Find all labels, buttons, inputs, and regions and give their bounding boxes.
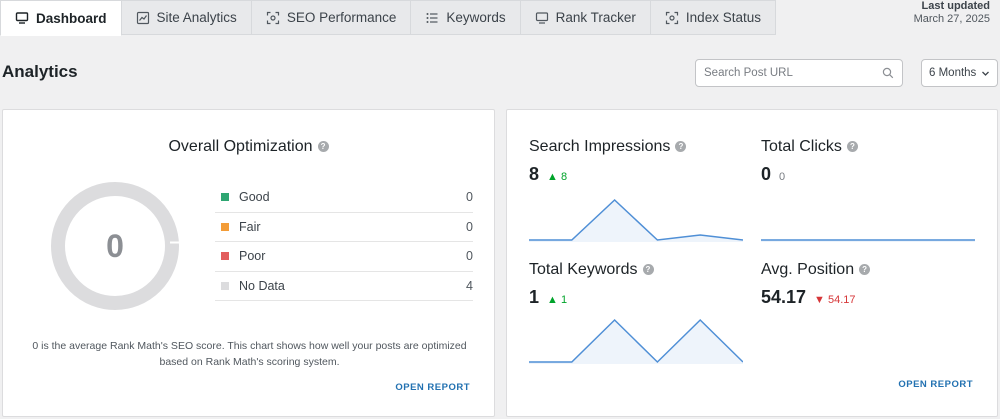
period-select-value: 6 Months (929, 67, 977, 79)
triangle-up-icon: ▲ (547, 171, 558, 183)
tab-keywords[interactable]: Keywords (411, 0, 521, 35)
monitor-icon (535, 11, 549, 25)
legend-label: Fair (239, 219, 261, 234)
metric-title: Total Clicks (761, 138, 842, 155)
metric-total-clicks: Total Clicks? 0 0 (761, 138, 858, 185)
tab-seo-performance[interactable]: SEO Performance (251, 0, 412, 35)
optimization-legend: Good 0 Fair 0 Poor 0 No Data 4 (215, 183, 473, 301)
metric-heading: Total Keywords? (529, 261, 654, 279)
help-icon[interactable]: ? (675, 141, 687, 152)
page-title: Analytics (2, 62, 78, 81)
search-box (695, 59, 903, 87)
sparkline-search-impressions (529, 198, 743, 242)
optimization-description: 0 is the average Rank Math's SEO score. … (32, 340, 467, 368)
metric-delta: ▲ 1 (547, 294, 567, 306)
line-chart-icon (136, 11, 150, 25)
last-updated-label: Last updated (921, 0, 990, 12)
scan-icon (266, 11, 280, 25)
legend-swatch (221, 193, 229, 202)
help-icon[interactable]: ? (846, 141, 858, 152)
metric-value: 0 (761, 164, 772, 184)
tab-dashboard[interactable]: Dashboard (0, 0, 122, 36)
metric-delta-value: 1 (560, 294, 568, 306)
overall-optimization-title: Overall Optimization (168, 138, 313, 155)
metric-value-row: 1 ▲ 1 (529, 287, 654, 308)
legend-swatch (221, 252, 229, 261)
monitor-icon (15, 11, 29, 25)
tab-label: Site Analytics (156, 10, 237, 25)
metric-value: 54.17 (761, 287, 807, 307)
legend-swatch (221, 222, 229, 231)
open-report-link[interactable]: OPEN REPORT (898, 379, 973, 390)
metric-value-row: 8 ▲ 8 (529, 164, 686, 185)
chevron-down-icon (982, 71, 989, 76)
metric-delta: ▲ 8 (547, 171, 567, 183)
metric-value-row: 0 0 (761, 164, 858, 185)
help-icon[interactable]: ? (642, 264, 654, 275)
tab-label: Index Status (685, 10, 761, 25)
metric-delta-value: 54.17 (828, 294, 856, 306)
tab-label: Keywords (446, 10, 506, 25)
metric-value: 8 (529, 164, 540, 184)
sparkline-total-keywords (529, 318, 743, 364)
metric-value: 1 (529, 287, 540, 307)
last-updated: Last updated March 27, 2025 (914, 0, 990, 26)
period-select[interactable]: 6 Months (921, 59, 998, 87)
donut-score: 0 (106, 227, 124, 264)
open-report-link[interactable]: OPEN REPORT (395, 382, 470, 393)
scan-icon (665, 11, 679, 25)
legend-value: 4 (466, 278, 473, 293)
sparkline-total-clicks (761, 239, 975, 242)
tab-site-analytics[interactable]: Site Analytics (121, 0, 252, 35)
triangle-up-icon: ▲ (547, 294, 558, 306)
last-updated-date: March 27, 2025 (913, 13, 990, 25)
metrics-card: Search Impressions? 8 ▲ 8 Total Clicks? … (506, 109, 998, 417)
metric-avg-position: Avg. Position? 54.17 ▼ 54.17 (761, 261, 871, 308)
legend-row-poor: Poor 0 (215, 242, 473, 272)
legend-swatch (221, 281, 229, 290)
metric-delta: 0 (779, 171, 786, 183)
metric-heading: Search Impressions? (529, 138, 687, 156)
legend-value: 0 (466, 190, 473, 205)
metric-search-impressions: Search Impressions? 8 ▲ 8 (529, 138, 687, 185)
tab-label: Rank Tracker (555, 10, 636, 25)
overall-optimization-heading: Overall Optimization? (3, 138, 494, 156)
legend-row-fair: Fair 0 (215, 213, 473, 242)
metric-title: Total Keywords (529, 261, 638, 278)
legend-label: Good (239, 190, 270, 205)
list-icon (425, 11, 439, 25)
metric-title: Search Impressions (529, 138, 671, 155)
triangle-down-icon: ▼ (814, 294, 825, 306)
metric-heading: Total Clicks? (761, 138, 858, 156)
tab-rank-tracker[interactable]: Rank Tracker (520, 0, 651, 35)
metric-title: Avg. Position (761, 261, 855, 278)
metric-total-keywords: Total Keywords? 1 ▲ 1 (529, 261, 654, 308)
legend-value: 0 (466, 249, 473, 264)
tab-index-status[interactable]: Index Status (650, 0, 776, 35)
tab-label: SEO Performance (286, 10, 397, 25)
legend-row-good: Good 0 (215, 183, 473, 213)
legend-label: Poor (239, 249, 266, 264)
metric-delta: ▼ 54.17 (814, 294, 855, 306)
overall-optimization-card: Overall Optimization? 0 Good 0 Fair 0 Po… (2, 109, 495, 417)
search-input[interactable] (704, 67, 882, 79)
legend-label: No Data (239, 278, 285, 293)
search-icon[interactable] (882, 67, 894, 79)
metric-delta-value: 8 (560, 171, 568, 183)
tab-label: Dashboard (36, 10, 107, 26)
metric-value-row: 54.17 ▼ 54.17 (761, 287, 870, 308)
legend-value: 0 (466, 219, 473, 234)
legend-row-no-data: No Data 4 (215, 272, 473, 301)
help-icon[interactable]: ? (317, 141, 329, 152)
metric-heading: Avg. Position? (761, 261, 871, 279)
help-icon[interactable]: ? (859, 264, 871, 275)
tab-bar: Dashboard Site Analytics SEO Performance… (0, 0, 776, 36)
